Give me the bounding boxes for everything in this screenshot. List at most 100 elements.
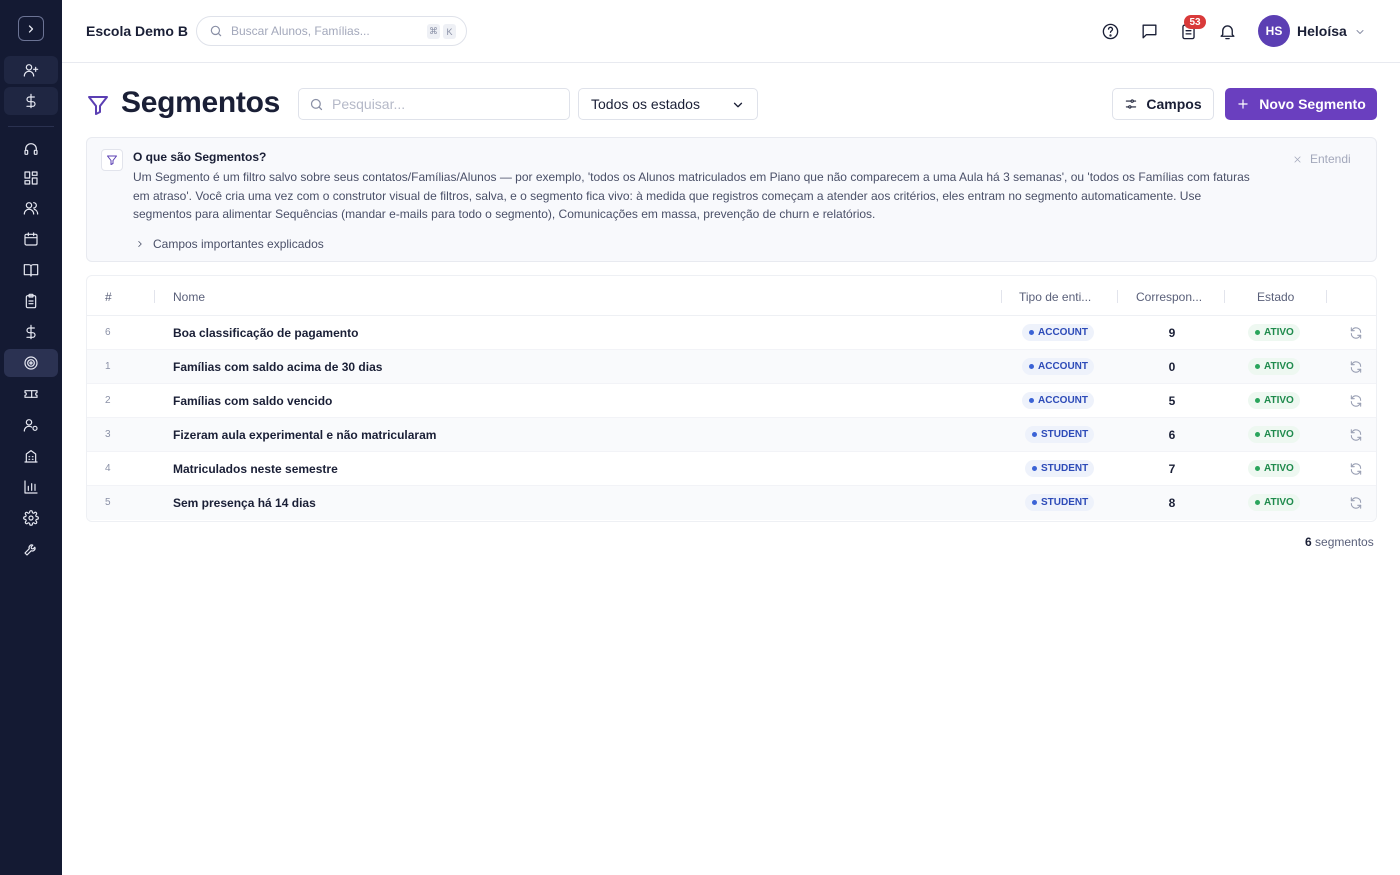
building-icon (24, 450, 38, 463)
segment-name[interactable]: Boa classificação de pagamento (173, 326, 358, 340)
refresh-segment-button[interactable] (1349, 394, 1363, 408)
headset-icon (24, 143, 38, 155)
refresh-segment-button[interactable] (1349, 428, 1363, 442)
sidebar-item-reports[interactable] (4, 473, 58, 501)
refresh-segment-button[interactable] (1349, 462, 1363, 476)
table-row[interactable]: 6 Boa classificação de pagamento ACCOUNT… (87, 316, 1376, 350)
important-fields-toggle[interactable]: Campos importantes explicados (135, 237, 324, 251)
chevron-right-icon (28, 24, 34, 33)
entity-type-badge: STUDENT (1025, 460, 1095, 477)
col-header-state[interactable]: Estado (1257, 290, 1294, 304)
dollar-icon (26, 93, 36, 109)
calendar-icon (24, 232, 38, 246)
match-count: 6 (1168, 428, 1176, 442)
global-search[interactable]: ⌘ K (196, 16, 467, 46)
refresh-icon (1350, 463, 1362, 475)
search-icon (210, 25, 222, 37)
sidebar-item-staff[interactable] (4, 411, 58, 439)
sidebar-item-tickets[interactable] (4, 380, 58, 408)
table-row[interactable]: 4 Matriculados neste semestre STUDENT 7 … (87, 452, 1376, 486)
column-divider (1224, 290, 1225, 303)
segment-name[interactable]: Famílias com saldo vencido (173, 394, 332, 408)
col-header-matches[interactable]: Correspon... (1136, 290, 1202, 304)
status-badge: ATIVO (1248, 324, 1300, 341)
sidebar-item-settings[interactable] (4, 504, 58, 532)
status-badge: ATIVO (1248, 460, 1300, 477)
close-icon (1294, 156, 1301, 162)
row-number: 6 (105, 327, 111, 338)
new-segment-button-label: Novo Segmento (1259, 96, 1366, 112)
user-name[interactable]: Heloísa (1297, 23, 1347, 39)
entity-type-badge: ACCOUNT (1022, 358, 1094, 375)
segment-count: 6 segmentos (1305, 535, 1374, 549)
dollar-icon (26, 324, 36, 340)
status-badge: ATIVO (1248, 494, 1300, 511)
sliders-icon (1126, 99, 1137, 109)
user-avatar[interactable]: HS (1258, 15, 1290, 47)
column-divider (1117, 290, 1118, 303)
segment-search-input[interactable] (332, 96, 552, 112)
book-icon (23, 264, 39, 277)
user-cog-icon (23, 419, 38, 432)
sidebar-item-segments[interactable] (4, 349, 58, 377)
messages-button[interactable] (1138, 20, 1160, 42)
status-badge: ATIVO (1248, 426, 1300, 443)
col-header-number[interactable]: # (105, 290, 112, 304)
chevron-down-icon (731, 98, 745, 112)
refresh-segment-button[interactable] (1349, 496, 1363, 510)
refresh-icon (1350, 361, 1362, 373)
table-row[interactable]: 2 Famílias com saldo vencido ACCOUNT 5 A… (87, 384, 1376, 418)
plus-icon (1238, 99, 1248, 109)
user-menu-chevron[interactable] (1354, 25, 1366, 37)
sidebar-item-courses[interactable] (4, 256, 58, 284)
segment-count-label: segmentos (1315, 535, 1374, 549)
sidebar-item-payment[interactable] (4, 87, 58, 115)
global-search-input[interactable] (231, 24, 421, 38)
row-number: 2 (105, 395, 111, 406)
table-row[interactable]: 5 Sem presença há 14 dias STUDENT 8 ATIV… (87, 486, 1376, 520)
match-count: 7 (1168, 462, 1176, 476)
sidebar-item-dashboard[interactable] (4, 164, 58, 192)
table-row[interactable]: 3 Fizeram aula experimental e não matric… (87, 418, 1376, 452)
sidebar-item-tasks[interactable] (4, 287, 58, 315)
segment-name[interactable]: Sem presença há 14 dias (173, 496, 316, 510)
entity-type-badge: STUDENT (1025, 494, 1095, 511)
fields-button-label: Campos (1146, 96, 1202, 112)
refresh-icon (1350, 395, 1362, 407)
col-header-name[interactable]: Nome (173, 290, 205, 304)
segment-name[interactable]: Fizeram aula experimental e não matricul… (173, 428, 436, 442)
refresh-segment-button[interactable] (1349, 326, 1363, 340)
help-circle-icon (1102, 23, 1118, 39)
users-icon (23, 202, 39, 215)
sidebar-item-support[interactable] (4, 135, 58, 163)
fields-button[interactable]: Campos (1112, 88, 1214, 120)
ticket-icon (24, 390, 38, 398)
dismiss-info-button[interactable]: Entendi (1293, 152, 1351, 166)
segment-name[interactable]: Matriculados neste semestre (173, 462, 338, 476)
state-filter-select[interactable]: Todos os estados (578, 88, 758, 120)
table-row[interactable]: 1 Famílias com saldo acima de 30 dias AC… (87, 350, 1376, 384)
bar-chart-icon (24, 480, 38, 494)
segment-search[interactable] (298, 88, 570, 120)
sidebar-item-add-contact[interactable] (4, 56, 58, 84)
col-header-entity-type[interactable]: Tipo de enti... (1019, 290, 1091, 304)
bell-icon (1219, 24, 1235, 39)
filter-icon (101, 149, 123, 171)
notifications-button[interactable] (1216, 20, 1238, 42)
new-segment-button[interactable]: Novo Segmento (1225, 88, 1377, 120)
sidebar-item-calendar[interactable] (4, 225, 58, 253)
refresh-segment-button[interactable] (1349, 360, 1363, 374)
row-number: 1 (105, 361, 111, 372)
sidebar-item-people[interactable] (4, 194, 58, 222)
wrench-icon (24, 544, 36, 556)
sidebar-item-finance[interactable] (4, 318, 58, 346)
refresh-icon (1350, 429, 1362, 441)
refresh-icon (1350, 497, 1362, 509)
sidebar-expand-button[interactable] (18, 16, 44, 41)
info-description: Um Segmento é um filtro salvo sobre seus… (133, 170, 1250, 221)
sidebar-item-tools[interactable] (4, 535, 58, 563)
help-button[interactable] (1099, 20, 1121, 42)
state-filter-value: Todos os estados (591, 96, 700, 112)
sidebar-item-organization[interactable] (4, 442, 58, 470)
segment-name[interactable]: Famílias com saldo acima de 30 dias (173, 360, 382, 374)
